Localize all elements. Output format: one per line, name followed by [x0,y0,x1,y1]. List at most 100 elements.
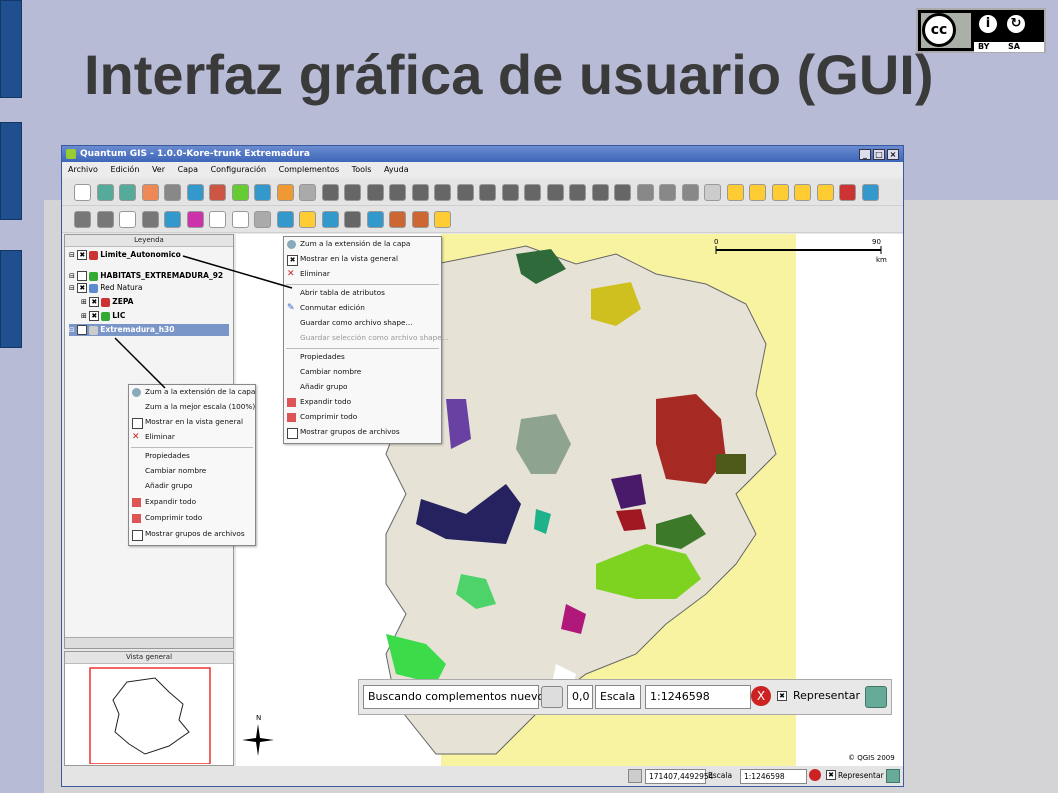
toolbar-button-23[interactable] [569,184,586,201]
toolbar2-button-15[interactable] [389,211,406,228]
menu-item-collapse-all[interactable]: Comprimir todo [284,410,441,424]
toolbar-button-24[interactable] [591,184,609,201]
toolbar-button-9[interactable] [254,184,271,201]
overview-map[interactable] [65,664,233,765]
legend-horizontal-scrollbar[interactable] [65,637,233,648]
toolbar2-button-2[interactable] [96,211,114,228]
checkbox-checked-icon[interactable]: ✖ [77,250,88,260]
toolbar-button-5[interactable] [164,184,181,201]
toolbar-button-26[interactable] [636,184,654,201]
status-toggle-icon[interactable] [541,686,563,708]
menu-item-properties[interactable]: Propiedades [129,449,255,463]
legend-layer-habitats[interactable]: ⊟ HABITATS_EXTREMADURA_92 [69,270,223,282]
toolbar2-button-17[interactable] [434,211,451,228]
toolbar-button-6[interactable] [186,184,204,201]
menu-item-show-overview[interactable]: Mostrar en la vista general [129,415,255,429]
menu-item-show-file-groups[interactable]: Mostrar grupos de archivos [284,425,441,439]
toolbar2-button-10[interactable] [276,211,294,228]
minimize-button[interactable]: _ [859,149,871,160]
checkbox-checked-icon[interactable]: ✖ [89,297,100,307]
menu-item-zoom-layer[interactable]: Zum a la extensión de la capa [129,385,255,399]
toolbar-button-4[interactable] [141,184,159,201]
toolbar-button-16[interactable] [411,184,429,201]
projection-icon[interactable] [886,769,900,783]
menu-item-rename[interactable]: Cambiar nombre [284,365,441,379]
menu-item-toggle-edit[interactable]: ✎ Conmutar edición [284,301,441,315]
status-toggle-icon[interactable] [628,769,642,783]
menu-item-expand-all[interactable]: Expandir todo [284,395,441,409]
toolbar2-button-8[interactable] [231,211,249,228]
menu-item-collapse-all[interactable]: Comprimir todo [129,511,255,525]
toolbar-button-1[interactable] [74,184,91,201]
menu-item-add-group[interactable]: Añadir grupo [284,380,441,394]
menu-item-zoom-best-scale[interactable]: Zum a la mejor escala (100%) [129,400,255,414]
toolbar-button-17[interactable] [434,184,451,201]
toolbar-button-15[interactable] [389,184,406,201]
checkbox-checked-icon[interactable]: ✖ [89,311,100,321]
toolbar2-button-16[interactable] [411,211,429,228]
toolbar-button-7[interactable] [209,184,226,201]
render-checkbox[interactable]: ✖ [777,691,787,701]
menu-capa[interactable]: Capa [178,165,198,174]
menu-item-add-group[interactable]: Añadir grupo [129,479,255,493]
menu-item-attribute-table[interactable]: Abrir tabla de atributos [284,286,441,300]
menu-item-zoom-layer[interactable]: Zum a la extensión de la capa [284,237,441,251]
toolbar-button-8[interactable] [231,184,249,201]
menu-item-show-overview[interactable]: ✖ Mostrar en la vista general [284,252,441,266]
toolbar2-button-12[interactable] [321,211,339,228]
toolbar-button-31[interactable] [749,184,766,201]
toolbar-button-12[interactable] [321,184,339,201]
toolbar-button-14[interactable] [366,184,384,201]
legend-layer-limite[interactable]: ⊟ ✖ Limite_Autonomico [69,249,181,261]
checkbox-checked-icon[interactable]: ✖ [77,283,88,293]
stop-render-icon[interactable] [809,769,821,781]
menu-item-show-file-groups[interactable]: Mostrar grupos de archivos [129,527,255,541]
toolbar-button-29[interactable] [704,184,721,201]
window-titlebar[interactable]: Quantum GIS - 1.0.0-Kore-trunk Extremadu… [62,146,903,162]
toolbar2-button-3[interactable] [119,211,136,228]
scale-field[interactable]: 1:1246598 [740,769,807,784]
menu-item-properties[interactable]: Propiedades [284,350,441,364]
toolbar2-button-1[interactable] [74,211,91,228]
checkbox-empty-icon[interactable] [77,271,88,281]
toolbar-button-33[interactable] [794,184,811,201]
maximize-button[interactable]: □ [873,149,885,160]
close-button[interactable]: × [887,149,899,160]
toolbar-button-22[interactable] [546,184,564,201]
stop-render-icon[interactable]: X [751,686,771,706]
toolbar-button-2[interactable] [96,184,114,201]
toolbar2-button-5[interactable] [164,211,181,228]
toolbar2-button-11[interactable] [299,211,316,228]
menu-edicion[interactable]: Edición [110,165,139,174]
scale-field[interactable]: 1:1246598 [645,685,751,709]
toolbar-button-21[interactable] [524,184,541,201]
toolbar-button-10[interactable] [276,184,294,201]
menu-complementos[interactable]: Complementos [279,165,339,174]
toolbar-button-28[interactable] [681,184,699,201]
toolbar-button-30[interactable] [726,184,744,201]
menu-item-remove[interactable]: ✕ Eliminar [284,267,441,281]
checkbox-checked-icon[interactable]: ✖ [77,325,88,335]
toolbar2-button-13[interactable] [344,211,361,228]
toolbar2-button-7[interactable] [209,211,226,228]
toolbar-button-27[interactable] [659,184,676,201]
toolbar-button-13[interactable] [344,184,361,201]
menu-item-remove[interactable]: ✕ Eliminar [129,430,255,444]
legend-layer-extremadura-h30[interactable]: ⊟ ✖ Extremadura_h30 [69,324,229,336]
menu-ver[interactable]: Ver [152,165,165,174]
menu-ayuda[interactable]: Ayuda [384,165,409,174]
toolbar-button-25[interactable] [614,184,631,201]
legend-group-red-natura[interactable]: ⊟ ✖ Red Natura [69,282,142,294]
toolbar-button-11[interactable] [299,184,316,201]
toolbar-button-20[interactable] [501,184,519,201]
menu-configuracion[interactable]: Configuración [211,165,267,174]
toolbar2-button-6[interactable] [186,211,204,228]
toolbar-button-36[interactable] [861,184,879,201]
legend-layer-zepa[interactable]: ⊞ ✖ ZEPA [81,296,133,308]
render-checkbox[interactable]: ✖ [826,770,836,780]
toolbar-button-35[interactable] [839,184,856,201]
toolbar-button-32[interactable] [771,184,789,201]
menu-item-expand-all[interactable]: Expandir todo [129,495,255,509]
menu-item-save-shape[interactable]: Guardar como archivo shape... [284,316,441,330]
toolbar-button-3[interactable] [119,184,136,201]
